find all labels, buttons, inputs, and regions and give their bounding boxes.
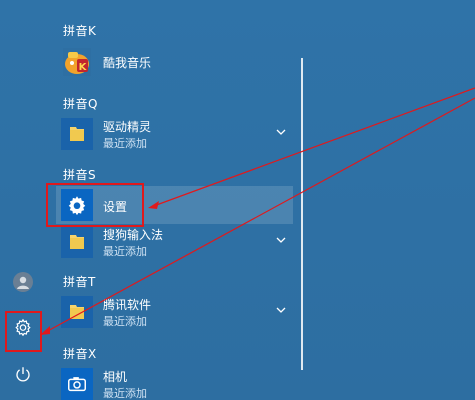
app-item-tencent-folder[interactable]: 腾讯软件 最近添加	[56, 293, 293, 331]
app-name: 驱动精灵	[103, 120, 152, 134]
chevron-down-icon[interactable]	[275, 230, 287, 243]
app-subtitle: 最近添加	[103, 387, 147, 400]
app-item-camera[interactable]: 相机 最近添加	[56, 365, 293, 400]
group-header-t[interactable]: 拼音T	[63, 273, 96, 290]
app-name: 腾讯软件	[103, 298, 152, 312]
app-name: 相机	[103, 370, 128, 384]
svg-text:K: K	[79, 62, 88, 73]
app-subtitle: 最近添加	[103, 245, 147, 258]
user-avatar-icon	[13, 272, 33, 292]
start-menu: 拼音K K 酷我音乐 拼音Q 驱动精灵 最近添加 拼音S 设置 搜狗输入法 最近…	[0, 0, 475, 400]
group-header-q[interactable]: 拼音Q	[63, 95, 98, 112]
folder-icon	[61, 118, 93, 150]
app-subtitle: 最近添加	[103, 137, 147, 150]
group-header-x[interactable]: 拼音X	[63, 345, 97, 362]
user-account-button[interactable]	[0, 262, 46, 302]
scrollbar[interactable]	[301, 58, 303, 370]
folder-icon	[61, 226, 93, 258]
folder-icon	[61, 296, 93, 328]
group-header-s[interactable]: 拼音S	[63, 166, 96, 183]
kuwo-music-icon: K	[61, 46, 93, 78]
app-item-sougou-folder[interactable]: 搜狗输入法 最近添加	[56, 223, 293, 261]
chevron-down-icon[interactable]	[275, 300, 287, 313]
annotation-box-settings-app	[46, 183, 144, 227]
app-item-qudong-folder[interactable]: 驱动精灵 最近添加	[56, 115, 293, 153]
power-button[interactable]	[0, 356, 46, 396]
app-name: 酷我音乐	[103, 56, 152, 70]
app-subtitle: 最近添加	[103, 315, 147, 328]
annotation-box-settings-rail	[5, 311, 42, 352]
app-item-kuwo-music[interactable]: K 酷我音乐	[56, 43, 293, 81]
group-header-k[interactable]: 拼音K	[63, 22, 96, 39]
app-name: 搜狗输入法	[103, 228, 164, 242]
power-icon	[14, 365, 32, 387]
chevron-down-icon[interactable]	[275, 122, 287, 135]
camera-icon	[61, 368, 93, 400]
